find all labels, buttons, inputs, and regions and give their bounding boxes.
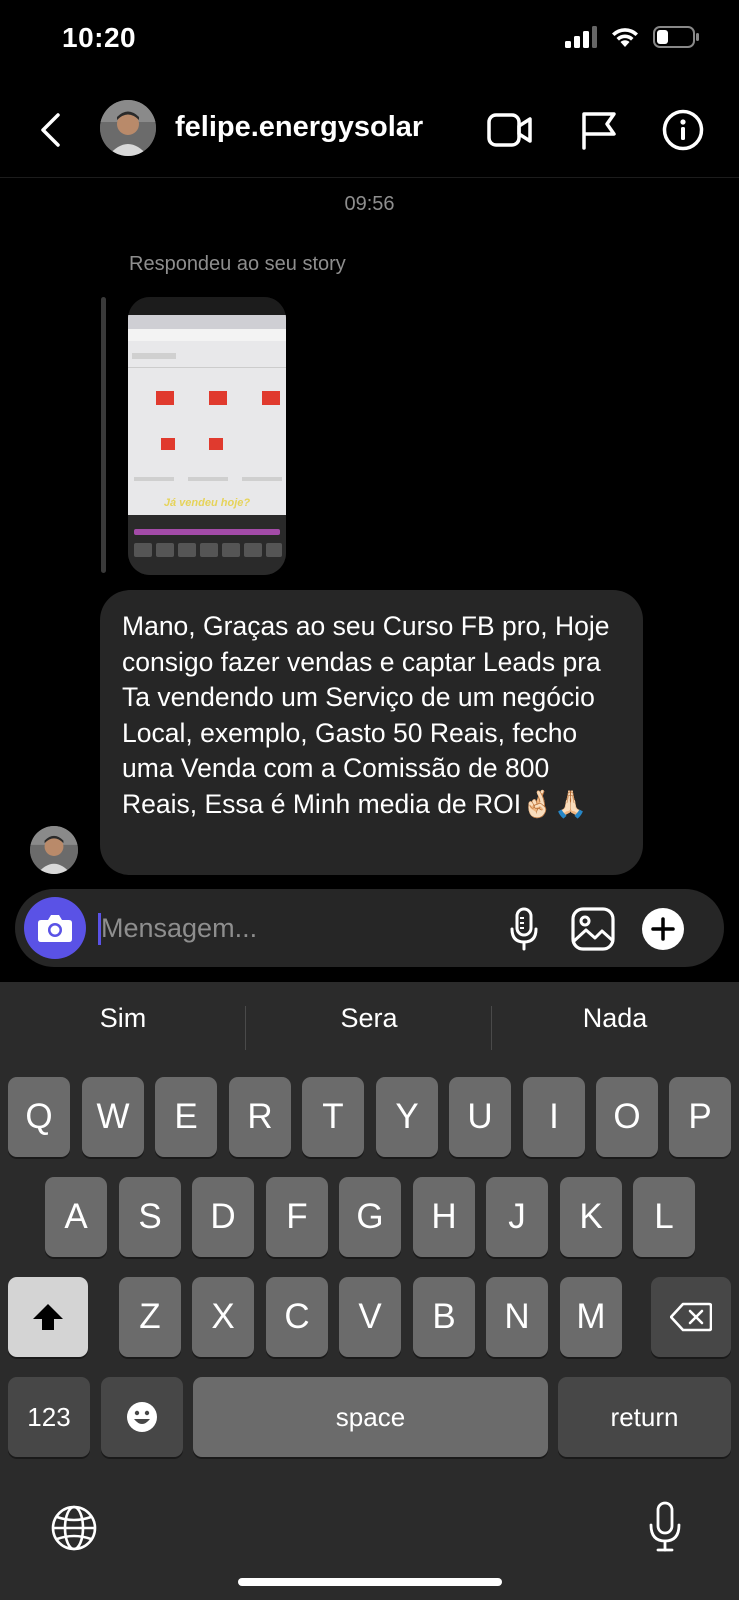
backspace-icon: [670, 1302, 712, 1332]
suggestion-3[interactable]: Nada: [492, 982, 738, 1054]
key-f[interactable]: F: [266, 1177, 328, 1257]
sender-avatar[interactable]: [30, 826, 78, 874]
status-icons: [565, 26, 699, 48]
info-icon: [662, 109, 704, 151]
microphone-icon: [649, 1501, 681, 1552]
signal-icon: [565, 26, 597, 48]
camera-icon: [38, 915, 72, 942]
camera-button[interactable]: [24, 897, 86, 959]
story-thumbnail[interactable]: Já vendeu hoje?: [128, 297, 286, 575]
key-g[interactable]: G: [339, 1177, 401, 1257]
image-icon: [571, 907, 615, 951]
predictive-bar: Sim Sera Nada: [0, 982, 739, 1054]
battery-icon: [653, 26, 699, 48]
more-button[interactable]: [638, 904, 688, 954]
key-w[interactable]: W: [82, 1077, 144, 1157]
home-indicator[interactable]: [238, 1578, 502, 1586]
wifi-icon: [612, 28, 638, 47]
key-z[interactable]: Z: [119, 1277, 181, 1357]
keyboard: Sim Sera Nada Q W E R T Y U I O P A S D …: [0, 982, 739, 1600]
person-avatar-icon: [30, 826, 78, 874]
message-input[interactable]: [101, 907, 481, 949]
emoji-icon: [127, 1402, 157, 1432]
key-h[interactable]: H: [413, 1177, 475, 1257]
story-reply-label: Respondeu ao seu story: [129, 253, 346, 275]
key-c[interactable]: C: [266, 1277, 328, 1357]
chat-header: felipe.energysolar: [0, 80, 739, 178]
video-call-button[interactable]: [486, 106, 534, 154]
space-key[interactable]: space: [193, 1377, 548, 1457]
key-v[interactable]: V: [339, 1277, 401, 1357]
key-y[interactable]: Y: [376, 1077, 438, 1157]
video-camera-icon: [487, 113, 532, 147]
chevron-left-icon: [41, 113, 60, 147]
key-m[interactable]: M: [560, 1277, 622, 1357]
key-a[interactable]: A: [45, 1177, 107, 1257]
message-timestamp: 09:56: [344, 193, 395, 215]
chat-username[interactable]: felipe.energysolar: [175, 111, 423, 144]
key-r[interactable]: R: [229, 1077, 291, 1157]
message-bubble[interactable]: Mano, Graças ao seu Curso FB pro, Hoje c…: [100, 590, 643, 875]
profile-avatar[interactable]: [100, 100, 156, 156]
key-n[interactable]: N: [486, 1277, 548, 1357]
key-t[interactable]: T: [302, 1077, 364, 1157]
status-bar: 10:20: [0, 0, 739, 80]
key-e[interactable]: E: [155, 1077, 217, 1157]
back-button[interactable]: [30, 108, 70, 152]
key-i[interactable]: I: [523, 1077, 585, 1157]
shift-key[interactable]: [8, 1277, 88, 1357]
return-key[interactable]: return: [558, 1377, 731, 1457]
person-avatar-icon: [100, 100, 156, 156]
shift-icon: [33, 1304, 63, 1330]
key-o[interactable]: O: [596, 1077, 658, 1157]
emoji-key[interactable]: [101, 1377, 183, 1457]
microphone-icon: [510, 907, 538, 951]
key-k[interactable]: K: [560, 1177, 622, 1257]
key-q[interactable]: Q: [8, 1077, 70, 1157]
report-button[interactable]: [575, 106, 623, 154]
plus-icon: [642, 908, 684, 950]
suggestion-2[interactable]: Sera: [246, 982, 492, 1054]
gallery-button[interactable]: [568, 904, 618, 954]
voice-message-button[interactable]: [499, 904, 549, 954]
key-s[interactable]: S: [119, 1177, 181, 1257]
flag-icon: [582, 112, 616, 150]
suggestion-1[interactable]: Sim: [0, 982, 246, 1054]
key-u[interactable]: U: [449, 1077, 511, 1157]
info-button[interactable]: [659, 106, 707, 154]
message-composer: [15, 889, 724, 967]
dictation-button[interactable]: [640, 1497, 690, 1557]
key-d[interactable]: D: [192, 1177, 254, 1257]
key-l[interactable]: L: [633, 1177, 695, 1257]
laptop-screen-image: [128, 297, 286, 575]
story-reply-bar: [101, 297, 106, 573]
globe-button[interactable]: [48, 1502, 100, 1554]
status-time: 10:20: [62, 22, 137, 53]
key-j[interactable]: J: [486, 1177, 548, 1257]
key-p[interactable]: P: [669, 1077, 731, 1157]
key-x[interactable]: X: [192, 1277, 254, 1357]
key-b[interactable]: B: [413, 1277, 475, 1357]
delete-key[interactable]: [651, 1277, 731, 1357]
message-text: Mano, Graças ao seu Curso FB pro, Hoje c…: [122, 611, 610, 819]
story-caption: Já vendeu hoje?: [163, 497, 251, 509]
numbers-key[interactable]: 123: [8, 1377, 90, 1457]
globe-icon: [51, 1505, 97, 1551]
